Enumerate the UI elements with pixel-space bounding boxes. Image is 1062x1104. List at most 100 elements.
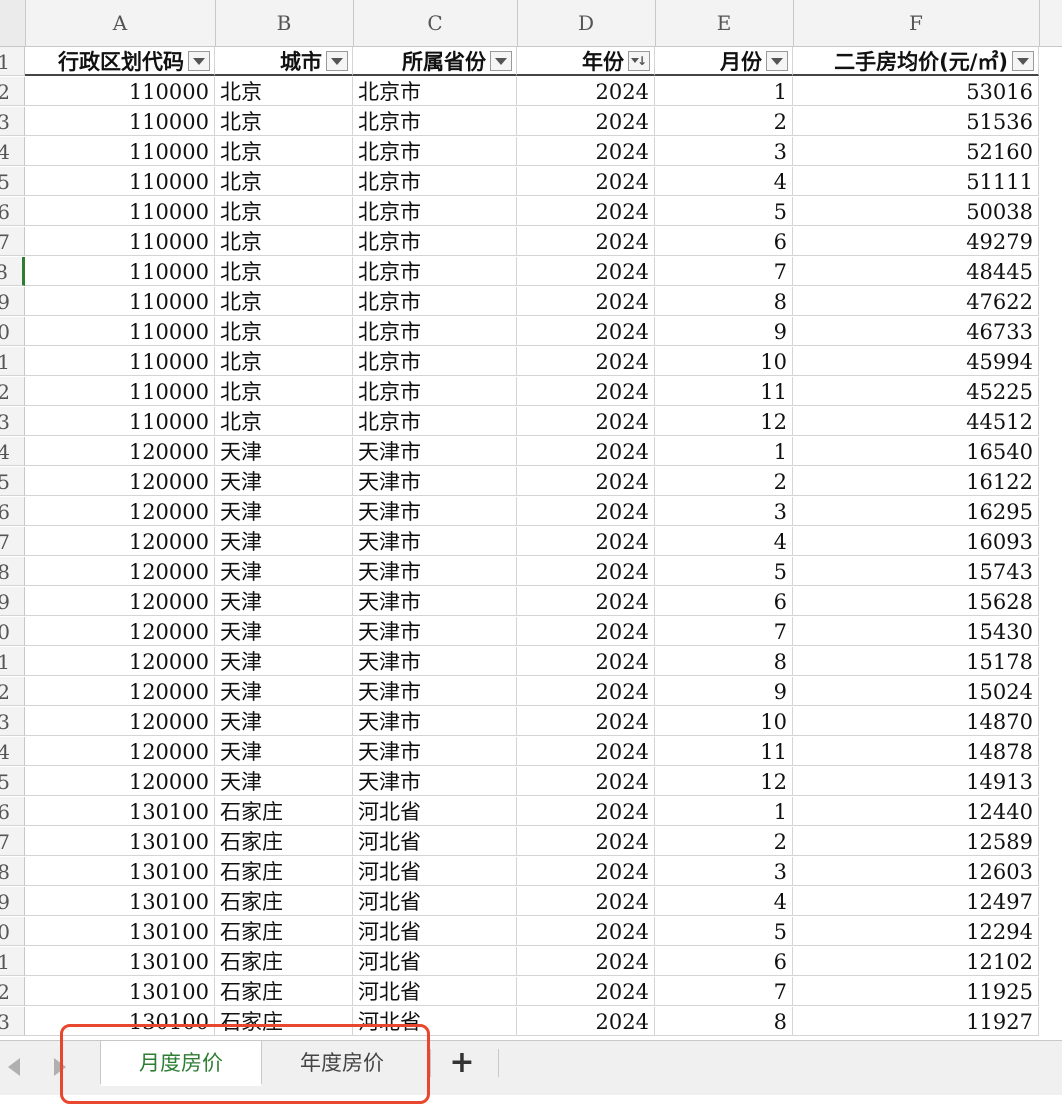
cell-province[interactable]: 河北省 [353,947,517,976]
cell-city[interactable]: 天津 [215,617,353,646]
row-number[interactable]: 28 [0,857,25,886]
row-number[interactable]: 15 [0,467,25,496]
cell-price[interactable]: 12102 [793,947,1039,976]
cell-price[interactable]: 16122 [793,467,1039,496]
cell-price[interactable]: 15178 [793,647,1039,676]
row-number[interactable]: 3 [0,107,25,136]
cell-price[interactable]: 48445 [793,257,1039,286]
row-number[interactable]: 4 [0,137,25,166]
row-number[interactable]: 2 [0,77,25,106]
cell-year[interactable]: 2024 [517,107,655,136]
cell-code[interactable]: 120000 [25,527,215,556]
row-number[interactable]: 25 [0,767,25,796]
cell-city[interactable]: 天津 [215,557,353,586]
row-number[interactable]: 21 [0,647,25,676]
cell-city[interactable]: 石家庄 [215,947,353,976]
cell-province[interactable]: 河北省 [353,857,517,886]
cell-city[interactable]: 天津 [215,767,353,796]
cell-code[interactable]: 110000 [25,377,215,406]
row-number[interactable]: 30 [0,917,25,946]
cell-city[interactable]: 北京 [215,77,353,106]
cell-province[interactable]: 天津市 [353,587,517,616]
cell-price[interactable]: 14913 [793,767,1039,796]
cell-code[interactable]: 110000 [25,347,215,376]
cell-month[interactable]: 12 [655,767,793,796]
cell-code[interactable]: 110000 [25,197,215,226]
cell-month[interactable]: 7 [655,617,793,646]
cell-city[interactable]: 天津 [215,497,353,526]
row-number[interactable]: 17 [0,527,25,556]
cell-month[interactable]: 9 [655,677,793,706]
cell-province[interactable]: 北京市 [353,137,517,166]
cell-price[interactable]: 44512 [793,407,1039,436]
cell-code[interactable]: 120000 [25,647,215,676]
cell-price[interactable]: 51536 [793,107,1039,136]
cell-month[interactable]: 10 [655,347,793,376]
cell-year[interactable]: 2024 [517,77,655,106]
filter-dropdown-icon[interactable] [326,51,348,71]
cell-year[interactable]: 2024 [517,377,655,406]
row-number[interactable]: 6 [0,197,25,226]
cell-month[interactable]: 8 [655,647,793,676]
cell-province[interactable]: 河北省 [353,827,517,856]
cell-year[interactable]: 2024 [517,587,655,616]
row-number[interactable]: 23 [0,707,25,736]
row-number[interactable]: 31 [0,947,25,976]
cell-province[interactable]: 天津市 [353,497,517,526]
cell-year[interactable]: 2024 [517,677,655,706]
cell-year[interactable]: 2024 [517,767,655,796]
cell-code[interactable]: 120000 [25,707,215,736]
cell-price[interactable]: 12440 [793,797,1039,826]
cell-province[interactable]: 天津市 [353,437,517,466]
cell-province[interactable]: 天津市 [353,707,517,736]
cell-city[interactable]: 北京 [215,167,353,196]
cell-price[interactable]: 50038 [793,197,1039,226]
filter-dropdown-icon[interactable] [490,51,512,71]
cell-price[interactable]: 12294 [793,917,1039,946]
row-number[interactable]: 16 [0,497,25,526]
cell-code[interactable]: 130100 [25,947,215,976]
cell-year[interactable]: 2024 [517,317,655,346]
cell-year[interactable]: 2024 [517,467,655,496]
cell-year[interactable]: 2024 [517,437,655,466]
cell-month[interactable]: 6 [655,587,793,616]
cell-price[interactable]: 16093 [793,527,1039,556]
cell-year[interactable]: 2024 [517,1007,655,1036]
cell-province[interactable]: 河北省 [353,797,517,826]
cell-province[interactable]: 天津市 [353,557,517,586]
cell-code[interactable]: 130100 [25,797,215,826]
row-number[interactable]: 9 [0,287,25,316]
cell-code[interactable]: 130100 [25,827,215,856]
cell-price[interactable]: 47622 [793,287,1039,316]
row-number[interactable]: 8 [0,257,25,286]
cell-province[interactable]: 河北省 [353,977,517,1006]
row-number[interactable]: 5 [0,167,25,196]
cell-month[interactable]: 7 [655,257,793,286]
column-header-B[interactable]: B [215,0,354,46]
row-number[interactable]: 26 [0,797,25,826]
cell-price[interactable]: 15430 [793,617,1039,646]
select-all-corner[interactable] [0,0,26,46]
row-number[interactable]: 27 [0,827,25,856]
cell-year[interactable]: 2024 [517,527,655,556]
cell-city[interactable]: 天津 [215,587,353,616]
row-number[interactable]: 10 [0,317,25,346]
cell-price[interactable]: 46733 [793,317,1039,346]
cell-province[interactable]: 北京市 [353,347,517,376]
cell-year[interactable]: 2024 [517,617,655,646]
cell-month[interactable]: 7 [655,977,793,1006]
cell-province[interactable]: 北京市 [353,257,517,286]
row-number[interactable]: 29 [0,887,25,916]
tab-yearly-price[interactable]: 年度房价 [262,1041,422,1083]
cell-province[interactable]: 天津市 [353,647,517,676]
cell-year[interactable]: 2024 [517,827,655,856]
cell-month[interactable]: 3 [655,137,793,166]
cell-code[interactable]: 130100 [25,917,215,946]
row-number[interactable]: 12 [0,377,25,406]
cell-city[interactable]: 石家庄 [215,797,353,826]
cell-year[interactable]: 2024 [517,497,655,526]
cell-code[interactable]: 120000 [25,497,215,526]
cell-month[interactable]: 8 [655,1007,793,1036]
cell-price[interactable]: 15743 [793,557,1039,586]
cell-province[interactable]: 天津市 [353,617,517,646]
